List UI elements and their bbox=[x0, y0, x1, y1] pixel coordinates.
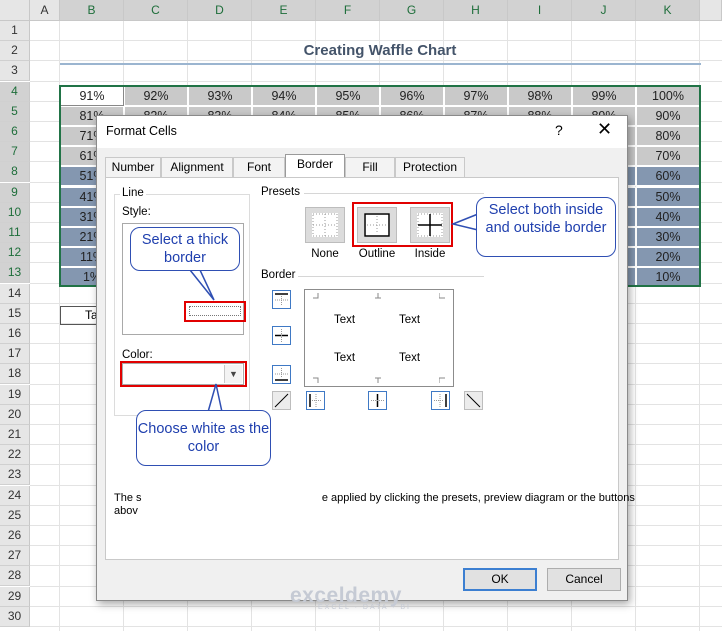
callout-thick-border: Select a thick border bbox=[130, 227, 240, 271]
callout-both-borders: Select both inside and outside border bbox=[476, 197, 616, 257]
thick-border-pointer bbox=[188, 269, 215, 301]
both-borders-pointer bbox=[450, 212, 479, 231]
white-color-pointer bbox=[207, 383, 223, 413]
watermark-tagline: EXCEL · DATA · BI bbox=[318, 604, 411, 611]
callout-pointers bbox=[188, 212, 479, 413]
callout-white-color: Choose white as the color bbox=[136, 410, 271, 466]
